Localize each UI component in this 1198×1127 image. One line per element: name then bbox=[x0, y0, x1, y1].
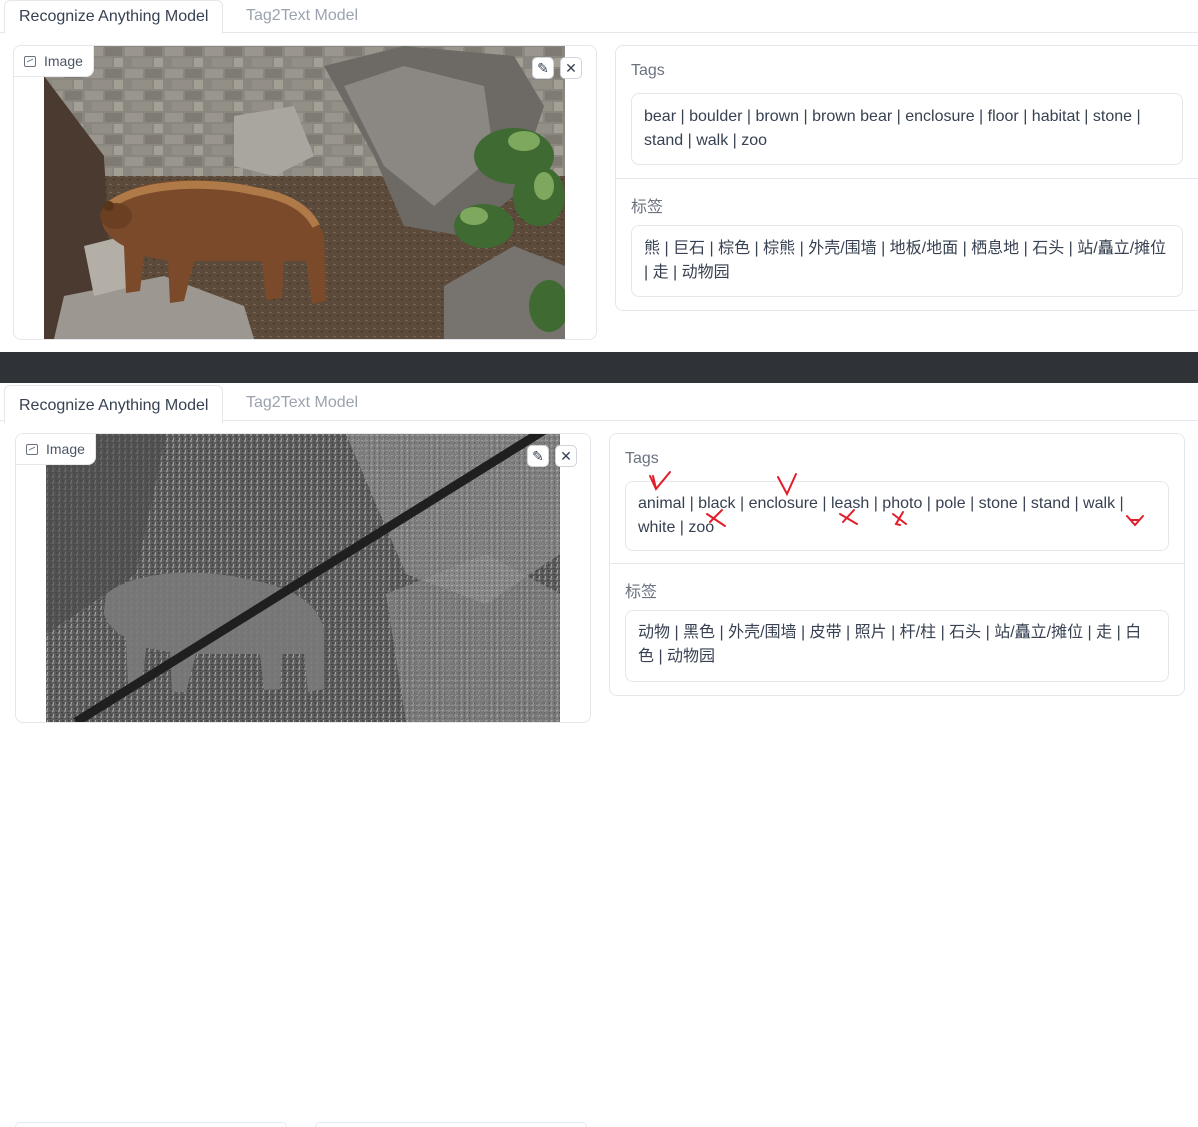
image-icon bbox=[24, 55, 36, 67]
tab-bar: Recognize Anything Model Tag2Text Model bbox=[0, 0, 1198, 34]
top-panel: Recognize Anything Model Tag2Text Model … bbox=[0, 0, 1198, 352]
clear-image-button[interactable]: ✕ bbox=[560, 57, 582, 79]
pencil-icon: ✎ bbox=[537, 59, 549, 76]
close-icon: ✕ bbox=[560, 447, 572, 464]
cn-tags-output[interactable]: 动物 | 黑色 | 外壳/围墙 | 皮带 | 照片 | 杆/柱 | 石头 | 站… bbox=[625, 610, 1169, 682]
tags-label: Tags bbox=[631, 62, 665, 79]
next-panel-edge bbox=[15, 1122, 287, 1127]
edit-button[interactable]: ✎ bbox=[527, 445, 549, 467]
bottom-panel: Recognize Anything Model Tag2Text Model … bbox=[0, 383, 1198, 1127]
clear-image-button[interactable]: ✕ bbox=[555, 445, 577, 467]
noisy-grayscale-photo bbox=[46, 434, 560, 722]
pencil-icon: ✎ bbox=[532, 447, 544, 464]
cn-tags-label: 标签 bbox=[631, 199, 664, 216]
next-panel-edge bbox=[315, 1122, 587, 1127]
image-input[interactable]: Image ✎ ✕ bbox=[13, 45, 597, 340]
separator bbox=[610, 563, 1184, 564]
bear-photo-grayscale bbox=[46, 434, 560, 722]
panel-divider bbox=[0, 352, 1198, 383]
image-label-text: Image bbox=[46, 441, 85, 457]
bear-photo bbox=[44, 46, 565, 339]
tab-recognize-anything[interactable]: Recognize Anything Model bbox=[4, 385, 224, 424]
tab-recognize-anything[interactable]: Recognize Anything Model bbox=[4, 0, 224, 34]
tags-output[interactable]: bear | boulder | brown | brown bear | en… bbox=[631, 93, 1183, 165]
edit-button[interactable]: ✎ bbox=[532, 57, 554, 79]
bear-photo-image bbox=[44, 46, 565, 339]
tags-label: Tags bbox=[625, 450, 659, 467]
image-input[interactable]: Image ✎ ✕ bbox=[15, 433, 591, 723]
image-label-text: Image bbox=[44, 53, 83, 69]
cn-tags-label: 标签 bbox=[625, 584, 658, 601]
cn-tags-output[interactable]: 熊 | 巨石 | 棕色 | 棕熊 | 外壳/围墙 | 地板/地面 | 栖息地 |… bbox=[631, 225, 1183, 297]
output-box: Tags bear | boulder | brown | brown bear… bbox=[615, 45, 1198, 311]
tab-tag2text[interactable]: Tag2Text Model bbox=[232, 383, 372, 420]
image-label: Image bbox=[16, 434, 96, 465]
tab-tag2text[interactable]: Tag2Text Model bbox=[232, 0, 372, 32]
tags-output[interactable]: animal | black | enclosure | leash | pho… bbox=[625, 481, 1169, 551]
close-icon: ✕ bbox=[565, 59, 577, 76]
separator bbox=[616, 178, 1198, 179]
image-icon bbox=[26, 443, 38, 455]
output-box: Tags animal | black | enclosure | leash … bbox=[609, 433, 1185, 696]
image-label: Image bbox=[14, 46, 94, 77]
tab-bar: Recognize Anything Model Tag2Text Model bbox=[0, 383, 1198, 424]
